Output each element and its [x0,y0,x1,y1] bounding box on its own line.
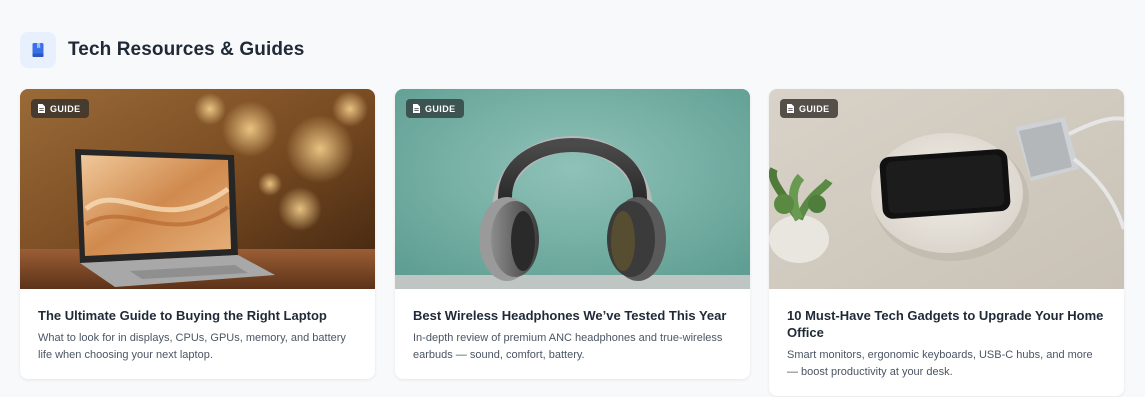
badge-label: GUIDE [50,103,81,114]
badge-label: GUIDE [425,103,456,114]
tech-resources-section: Tech Resources & Guides GUIDE The Ultima… [0,0,1145,397]
document-icon [38,104,45,113]
card-description: Smart monitors, ergonomic keyboards, USB… [787,349,1093,378]
card-title[interactable]: 10 Must-Have Tech Gadgets to Upgrade You… [787,307,1106,341]
card-title[interactable]: Best Wireless Headphones We’ve Tested Th… [413,307,732,324]
card-description: In-depth review of premium ANC headphone… [413,332,723,361]
document-icon [787,104,794,113]
guide-card-gadgets[interactable]: GUIDE 10 Must-Have Tech Gadgets to Upgra… [769,89,1124,396]
card-title[interactable]: The Ultimate Guide to Buying the Right L… [38,307,357,324]
guide-card-laptop[interactable]: GUIDE The Ultimate Guide to Buying the R… [20,89,375,379]
book-icon [20,32,56,68]
section-header: Tech Resources & Guides [20,32,304,68]
guide-badge: GUIDE [406,99,464,118]
headphones-image: GUIDE [395,89,750,289]
guide-badge: GUIDE [780,99,838,118]
gadgets-image: GUIDE [769,89,1124,289]
card-description: What to look for in displays, CPUs, GPUs… [38,332,346,361]
section-title: Tech Resources & Guides [68,39,305,60]
document-icon [413,104,420,113]
guide-card-headphones[interactable]: GUIDE Best Wireless Headphones We’ve Tes… [395,89,750,379]
badge-label: GUIDE [799,103,830,114]
guide-badge: GUIDE [31,99,89,118]
laptop-image: GUIDE [20,89,375,289]
